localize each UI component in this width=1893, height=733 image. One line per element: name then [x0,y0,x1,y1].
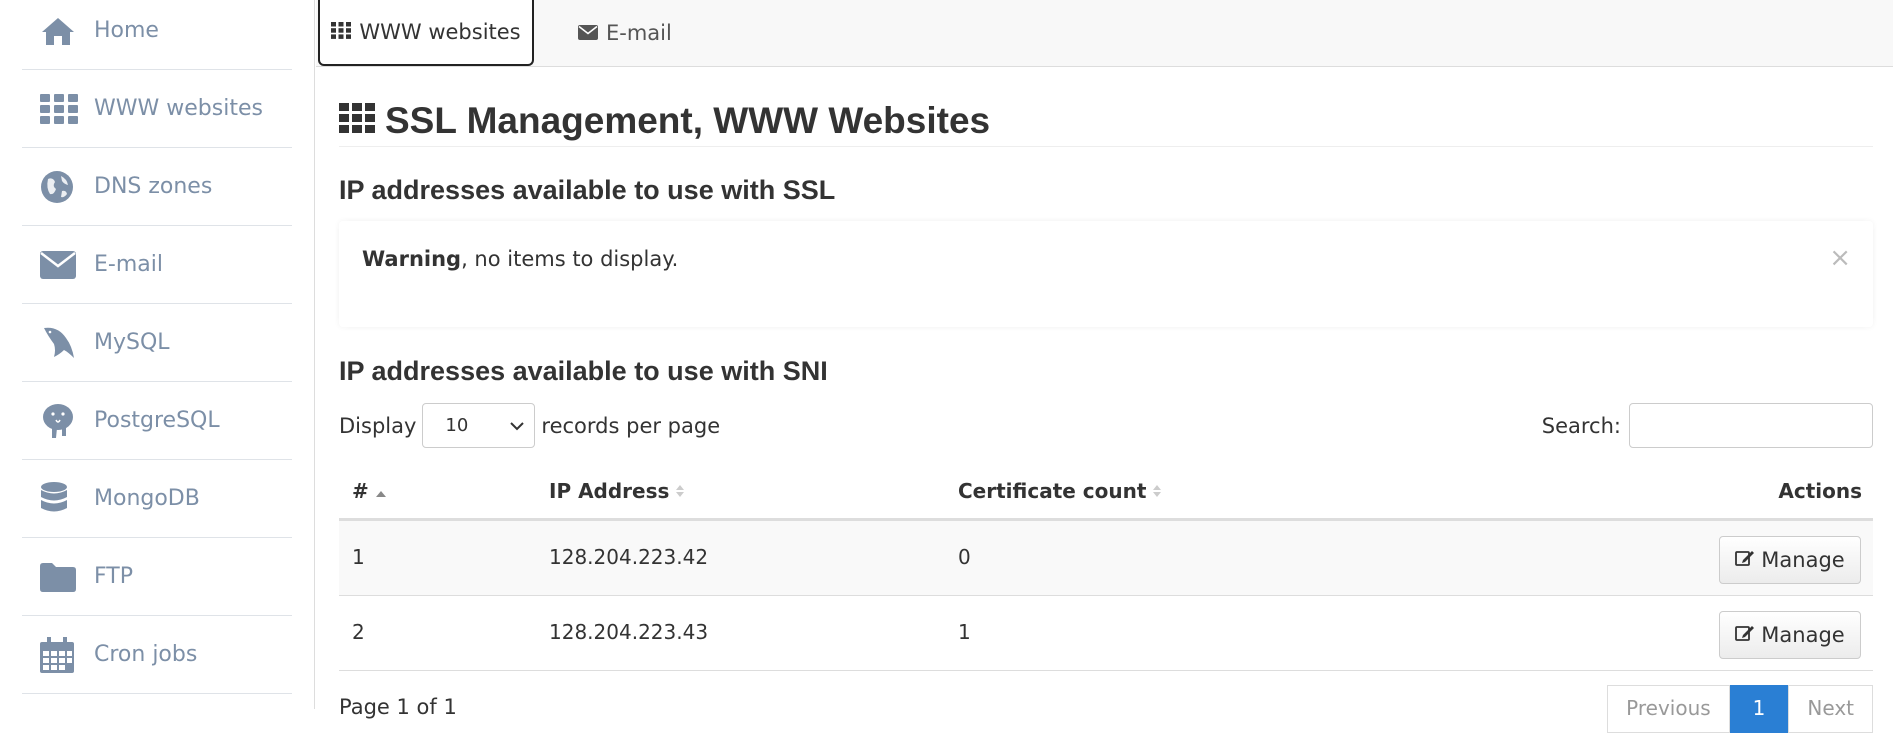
grid-icon [22,93,94,124]
alert-message: Warning, no items to display. [362,247,678,271]
cell-ip-address: 128.204.223.42 [549,545,709,569]
pagination: Previous 1 Next [1607,685,1873,733]
sidebar-item-label: Cron jobs [94,642,198,667]
folder-icon [22,562,94,592]
search-control: Search: [1542,403,1873,448]
close-icon[interactable]: × [1829,243,1851,273]
sni-table: # IP Address Certificate count Actions 1… [339,467,1873,671]
warning-alert: Warning, no items to display. × [339,221,1873,327]
manage-label: Manage [1761,623,1845,647]
sni-heading: IP addresses available to use with SNI [339,356,828,386]
sidebar-item-cron-jobs[interactable]: Cron jobs [22,616,292,694]
manage-label: Manage [1761,548,1845,572]
grid-icon [339,100,375,142]
cell-number: 1 [352,545,365,569]
cell-number: 2 [352,620,365,644]
dolphin-icon [22,324,94,362]
sidebar-item-label: FTP [94,564,133,589]
tab-email[interactable]: E-mail [560,0,690,66]
globe-icon [22,170,94,204]
column-header-label: Actions [1778,479,1862,503]
sidebar-item-postgresql[interactable]: PostgreSQL [22,382,292,460]
manage-button[interactable]: Manage [1719,536,1861,584]
sidebar-item-label: WWW websites [94,96,263,121]
sidebar-item-email[interactable]: E-mail [22,226,292,304]
next-page-button[interactable]: Next [1788,685,1873,733]
edit-icon [1735,623,1755,647]
elephant-icon [22,402,94,440]
database-icon [22,481,94,516]
sidebar-item-www-websites[interactable]: WWW websites [22,70,292,148]
previous-page-button[interactable]: Previous [1607,685,1730,733]
tab-label: WWW websites [359,20,521,44]
column-header-actions: Actions [1778,479,1862,503]
home-icon [22,15,94,47]
tab-www-websites[interactable]: WWW websites [318,0,534,66]
sidebar-item-label: MySQL [94,330,170,355]
column-header-certificate-count[interactable]: Certificate count [958,479,1162,503]
sidebar-item-label: E-mail [94,252,163,277]
sort-icon [1152,479,1162,503]
calendar-icon [22,636,94,673]
chevron-down-icon [510,415,525,436]
sidebar-item-label: MongoDB [94,486,200,511]
table-row: 2 128.204.223.43 1 Manage [339,596,1873,671]
column-header-label: # [352,479,369,503]
manage-button[interactable]: Manage [1719,611,1861,659]
page-title: SSL Management, WWW Websites [339,95,1873,147]
page-title-text: SSL Management, WWW Websites [385,99,991,141]
display-label: Display [339,413,417,438]
sidebar-item-mysql[interactable]: MySQL [22,304,292,382]
records-label: records per page [541,413,721,438]
column-header-label: Certificate count [958,479,1147,503]
cell-ip-address: 128.204.223.43 [549,620,709,644]
column-header-number[interactable]: # [352,479,387,503]
alert-strong: Warning [362,247,462,271]
table-header: # IP Address Certificate count Actions [339,467,1873,521]
page-size-select[interactable]: 10 [422,403,536,448]
tab-bar: WWW websites E-mail [316,0,1893,67]
tab-label: E-mail [606,21,672,45]
page-info: Page 1 of 1 [339,695,457,719]
page-length-control: Display 10 records per page [339,403,720,448]
sidebar-item-mongodb[interactable]: MongoDB [22,460,292,538]
edit-icon [1735,548,1755,572]
column-header-ip-address[interactable]: IP Address [549,479,685,503]
alert-body: , no items to display. [461,247,679,271]
sidebar-item-home[interactable]: Home [22,0,292,70]
page-button-current[interactable]: 1 [1729,685,1789,733]
envelope-icon [578,21,598,45]
envelope-icon [22,250,94,279]
sort-icon [675,479,685,503]
table-row: 1 128.204.223.42 0 Manage [339,521,1873,596]
sidebar-item-label: DNS zones [94,174,213,199]
sort-asc-icon [375,479,387,503]
grid-icon [331,20,352,44]
column-header-label: IP Address [549,479,670,503]
cell-certificate-count: 0 [958,545,971,569]
sidebar: Home WWW websites DNS zones E-mail MySQL [0,0,315,709]
sidebar-item-ftp[interactable]: FTP [22,538,292,616]
search-input[interactable] [1629,403,1873,448]
sidebar-item-label: Home [94,18,159,43]
page-size-value: 10 [445,415,469,436]
sidebar-item-dns-zones[interactable]: DNS zones [22,148,292,226]
sidebar-item-label: PostgreSQL [94,408,220,433]
cell-certificate-count: 1 [958,620,971,644]
ssl-heading: IP addresses available to use with SSL [339,175,836,205]
search-label: Search: [1541,413,1621,438]
